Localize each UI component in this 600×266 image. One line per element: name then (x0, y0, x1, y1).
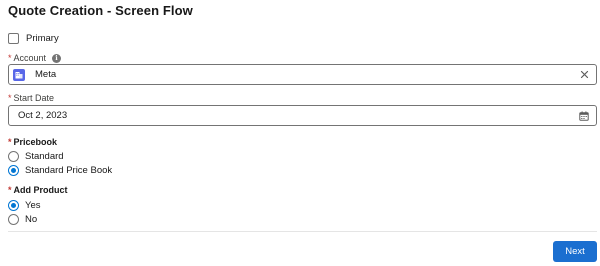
add-product-option-yes[interactable]: Yes (8, 199, 41, 211)
add-product-option-label: No (25, 213, 38, 225)
account-lookup-field[interactable]: Meta (8, 64, 597, 85)
calendar-icon[interactable] (579, 111, 589, 121)
pricebook-option-label: Standard Price Book (25, 164, 113, 176)
required-marker: * (8, 53, 12, 63)
account-label: * Account i (8, 53, 62, 63)
add-product-option-no[interactable]: No (8, 213, 37, 225)
add-product-label: * Add Product (8, 185, 68, 195)
add-product-radio-yes[interactable] (8, 199, 19, 211)
account-icon (13, 68, 25, 81)
start-date-field[interactable]: Oct 2, 2023 (8, 105, 597, 126)
add-product-radio-no[interactable] (8, 213, 19, 225)
pricebook-label: * Pricebook (8, 137, 57, 147)
page-title: Quote Creation - Screen Flow (8, 3, 193, 18)
start-date-label: * Start Date (8, 93, 54, 103)
add-product-option-label: Yes (25, 199, 41, 211)
account-label-text: Account (13, 53, 47, 63)
required-marker: * (8, 137, 12, 147)
footer-divider (8, 231, 597, 232)
pricebook-option-standard[interactable]: Standard (8, 150, 64, 162)
pricebook-option-label: Standard (25, 150, 64, 162)
screen-flow-page: Quote Creation - Screen Flow Primary * A… (0, 0, 600, 266)
pricebook-label-text: Pricebook (13, 137, 58, 147)
pricebook-option-standard-price-book[interactable]: Standard Price Book (8, 164, 112, 176)
required-marker: * (8, 185, 12, 195)
add-product-label-text: Add Product (13, 185, 68, 195)
next-button[interactable]: Next (553, 241, 597, 262)
primary-checkbox-row[interactable]: Primary (8, 31, 59, 45)
start-date-label-text: Start Date (13, 93, 55, 103)
account-value: Meta (35, 69, 57, 80)
pricebook-radio-standard-price-book[interactable] (8, 164, 19, 176)
pricebook-radio-standard[interactable] (8, 150, 19, 162)
start-date-value: Oct 2, 2023 (18, 110, 68, 121)
required-marker: * (8, 93, 12, 103)
primary-checkbox-label: Primary (26, 32, 59, 44)
info-icon[interactable]: i (52, 53, 62, 63)
close-icon[interactable] (579, 69, 590, 80)
account-icon-glyph (15, 71, 23, 78)
primary-checkbox[interactable] (8, 32, 19, 44)
